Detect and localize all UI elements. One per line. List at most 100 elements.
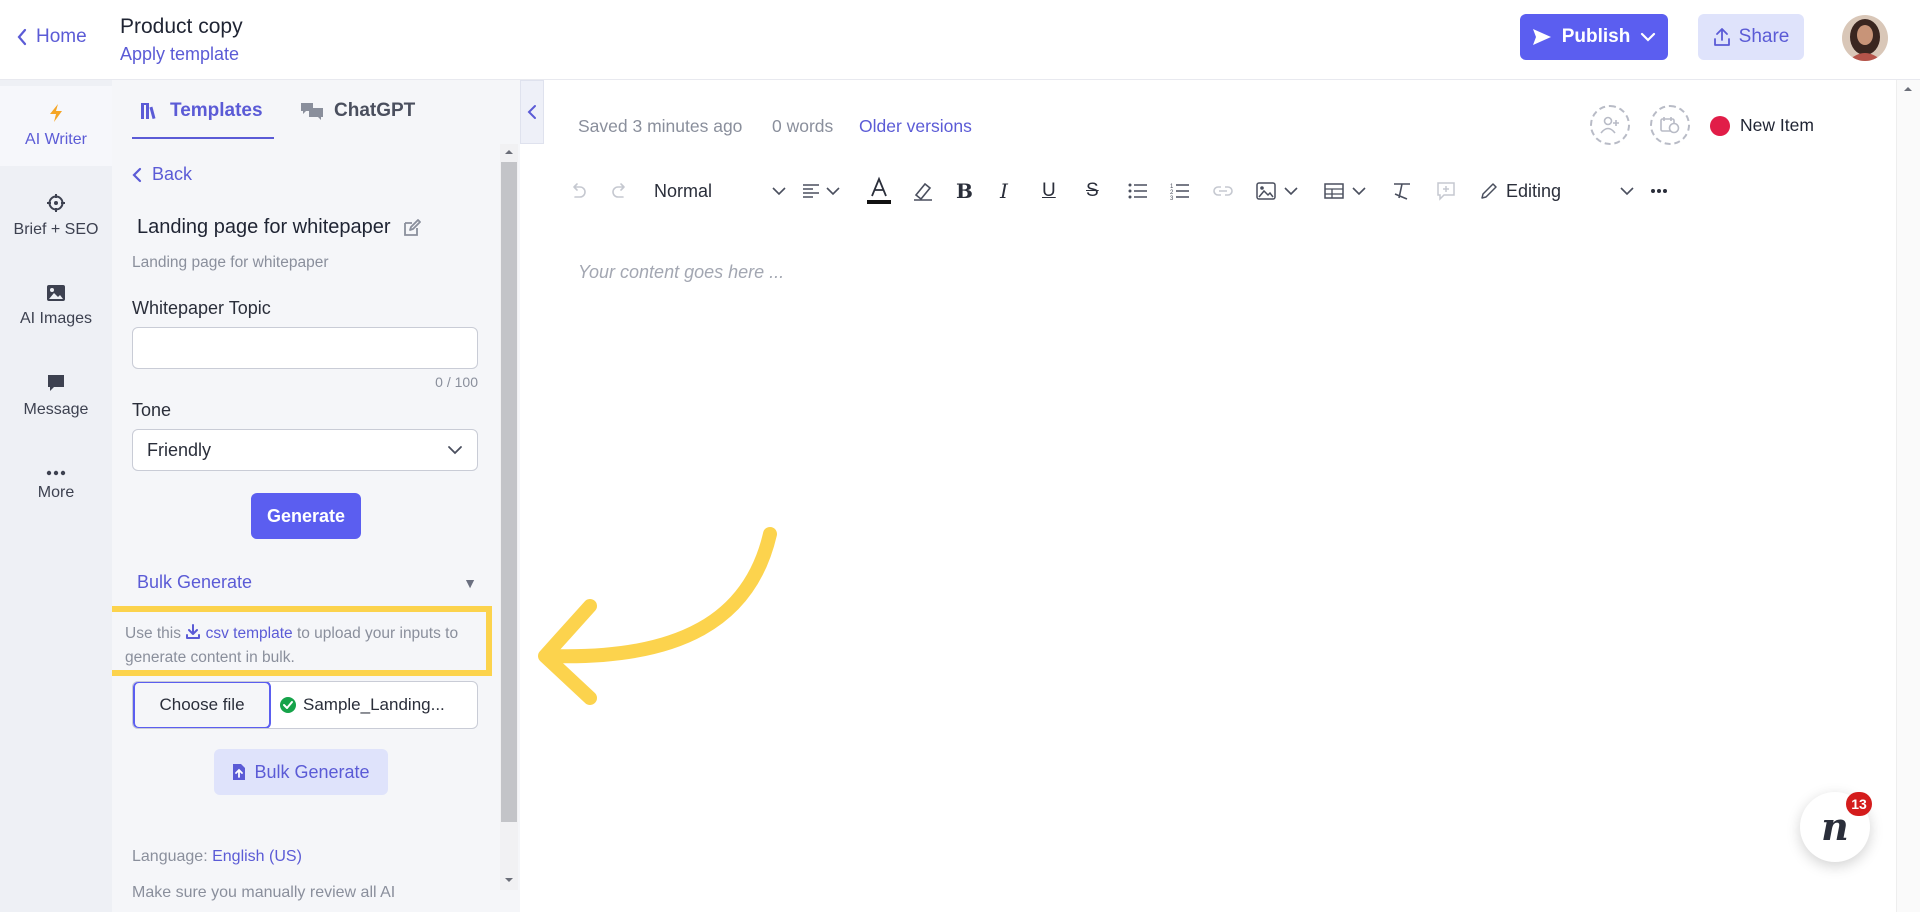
bullet-list-icon [1128,183,1148,199]
align-left-icon [802,183,820,199]
bulk-instructions-highlight: Use this csv template to upload your inp… [112,606,492,676]
chevron-down-icon [1284,186,1298,196]
scroll-down-arrow-icon[interactable] [500,872,518,888]
document-title: Product copy [120,15,243,38]
mode-select[interactable]: Editing [1480,174,1634,208]
language-value[interactable]: English (US) [212,848,302,865]
clear-formatting-button[interactable] [1392,174,1414,208]
bulk-note-pre: Use this [125,625,181,642]
tab-templates[interactable]: Templates [140,100,263,122]
rail-item-ai-writer[interactable]: AI Writer [0,86,112,166]
chevron-down-icon [772,186,786,196]
link-icon [1212,184,1234,198]
rail-item-ai-images[interactable]: AI Images [0,266,112,346]
italic-button[interactable]: I [1000,174,1008,208]
panel-scrollbar-thumb[interactable] [501,162,517,822]
underline-icon: U [1042,180,1056,201]
tone-select[interactable]: Friendly [132,429,478,471]
library-icon [140,102,160,120]
user-avatar[interactable] [1842,15,1888,61]
edit-icon[interactable] [403,218,421,237]
template-description: Landing page for whitepaper [132,254,329,271]
rail-label: AI Writer [25,131,87,148]
insert-table-select[interactable] [1324,174,1366,208]
image-icon [1256,182,1276,200]
insert-image-select[interactable] [1256,174,1298,208]
numbered-list-icon: 123 [1170,182,1190,200]
save-status: Saved 3 minutes ago [578,116,743,136]
share-button[interactable]: Share [1698,14,1804,60]
older-versions-link[interactable]: Older versions [859,116,972,137]
character-counter: 0 / 100 [435,374,478,390]
window-scroll-up-icon[interactable] [1900,82,1916,96]
back-label: Back [152,164,193,184]
rail-item-more[interactable]: More [0,446,112,526]
assign-user-button[interactable] [1590,105,1630,145]
review-disclaimer: Make sure you manually review all AI [132,884,396,901]
whitepaper-topic-input[interactable] [132,327,478,369]
schedule-button[interactable] [1650,105,1690,145]
collapse-panel-button[interactable] [520,80,544,144]
rail-item-brief-seo[interactable]: Brief + SEO [0,176,112,256]
bulk-generate-button[interactable]: Bulk Generate [214,749,388,795]
share-label: Share [1738,26,1790,47]
panel-tab-bar: Templates ChatGPT [112,80,520,140]
redo-button[interactable] [610,174,630,208]
file-upload-icon [232,763,246,781]
more-options-button[interactable] [1650,174,1668,208]
underline-button[interactable]: U [1042,174,1056,208]
file-name-text: Sample_Landing... [303,695,445,714]
word-count: 0 words [772,116,834,136]
chevron-down-icon [1620,186,1634,196]
bulk-generate-label: Bulk Generate [254,761,370,782]
undo-button[interactable] [568,174,588,208]
block-format-select[interactable]: Normal [654,174,786,208]
rail-label: Message [23,401,89,418]
highlight-button[interactable] [912,174,934,208]
bullet-list-button[interactable] [1128,174,1148,208]
tone-label: Tone [132,400,172,420]
apply-template-link[interactable]: Apply template [120,44,239,65]
chevron-down-icon [826,186,840,196]
back-link[interactable]: Back [132,164,192,185]
selected-file: Sample_Landing... [279,695,445,715]
bulk-generate-heading: Bulk Generate [137,572,253,592]
send-icon [1532,28,1552,46]
tab-label: ChatGPT [334,100,416,121]
text-color-button[interactable] [866,174,892,208]
bold-button[interactable]: B [956,174,973,208]
pencil-icon [1480,182,1498,200]
lightning-icon [47,103,65,123]
chevron-down-icon [1352,186,1366,196]
scroll-up-arrow-icon[interactable] [500,144,518,160]
ellipsis-icon [46,470,66,476]
template-name-text: Landing page for whitepaper [137,216,391,238]
rail-label: AI Images [19,310,93,327]
chat-bubble-icon [46,373,66,393]
status-dropdown[interactable]: New Item [1710,115,1814,136]
csv-template-link[interactable]: csv template [185,624,293,642]
window-scrollbar[interactable] [1896,80,1920,912]
align-select[interactable] [802,174,840,208]
strikethrough-button[interactable]: S [1086,174,1099,208]
link-button[interactable] [1212,174,1234,208]
template-name: Landing page for whitepaper [137,216,421,239]
bold-icon: B [956,179,973,203]
content-placeholder[interactable]: Your content goes here ... [578,262,784,283]
home-link[interactable]: Home [16,26,87,48]
tab-chatgpt[interactable]: ChatGPT [300,100,415,122]
bulk-generate-toggle[interactable]: Bulk Generate ▼ [137,572,477,593]
upload-icon [1713,27,1731,47]
generate-button[interactable]: Generate [251,493,361,539]
add-comment-button[interactable] [1436,174,1456,208]
comments-icon [300,101,324,121]
rail-item-message[interactable]: Message [0,356,112,436]
csv-template-label: csv template [205,625,293,642]
publish-button[interactable]: Publish [1520,14,1668,60]
check-circle-icon [279,696,297,714]
annotation-arrow-icon [520,520,790,720]
numbered-list-button[interactable]: 123 [1170,174,1190,208]
clear-format-icon [1392,182,1414,200]
rail-label: Brief + SEO [13,221,99,238]
choose-file-button[interactable]: Choose file [133,682,271,728]
